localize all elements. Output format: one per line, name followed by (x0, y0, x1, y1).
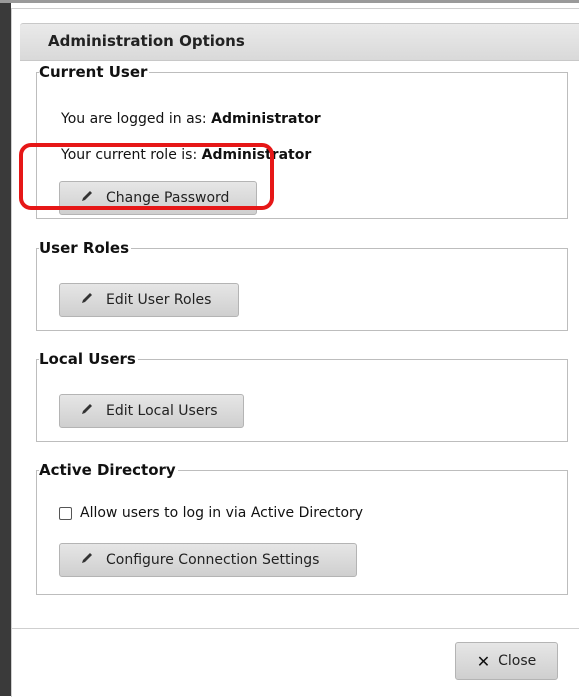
dialog-title: Administration Options (48, 32, 245, 50)
user-roles-section: User Roles Edit User Roles (36, 239, 568, 331)
close-button[interactable]: ✕ Close (455, 642, 558, 680)
allow-active-directory-label[interactable]: Allow users to log in via Active Directo… (80, 505, 363, 521)
local-users-section: Local Users Edit Local Users (36, 350, 568, 442)
footer-divider (11, 628, 579, 629)
close-icon: ✕ (476, 651, 491, 671)
edit-user-roles-label: Edit User Roles (106, 292, 212, 308)
logged-in-user: Administrator (211, 111, 321, 127)
user-roles-legend: User Roles (39, 239, 129, 257)
pencil-icon (80, 291, 100, 309)
allow-active-directory-checkbox[interactable] (59, 506, 72, 520)
current-user-legend: Current User (39, 63, 148, 81)
edit-user-roles-button[interactable]: Edit User Roles (59, 283, 239, 317)
pencil-icon (80, 402, 100, 420)
edit-local-users-button[interactable]: Edit Local Users (59, 394, 244, 428)
active-directory-checkbox-row[interactable]: Allow users to log in via Active Directo… (59, 505, 363, 521)
logged-in-prefix: You are logged in as: (61, 111, 207, 127)
configure-connection-settings-label: Configure Connection Settings (106, 552, 320, 568)
local-users-legend: Local Users (39, 350, 136, 368)
logged-in-text: You are logged in as: Administrator (61, 111, 321, 127)
dialog-header: Administration Options (20, 23, 579, 61)
close-label: Close (498, 653, 537, 669)
edit-local-users-label: Edit Local Users (106, 403, 218, 419)
active-directory-section: Active Directory Allow users to log in v… (36, 461, 568, 595)
background-edge (0, 0, 11, 696)
highlight-annotation (19, 143, 274, 210)
background-top (0, 0, 579, 3)
configure-connection-settings-button[interactable]: Configure Connection Settings (59, 543, 357, 577)
active-directory-legend: Active Directory (39, 461, 176, 479)
screen: Administration Options Current User You … (0, 0, 579, 697)
pencil-icon (80, 551, 100, 569)
